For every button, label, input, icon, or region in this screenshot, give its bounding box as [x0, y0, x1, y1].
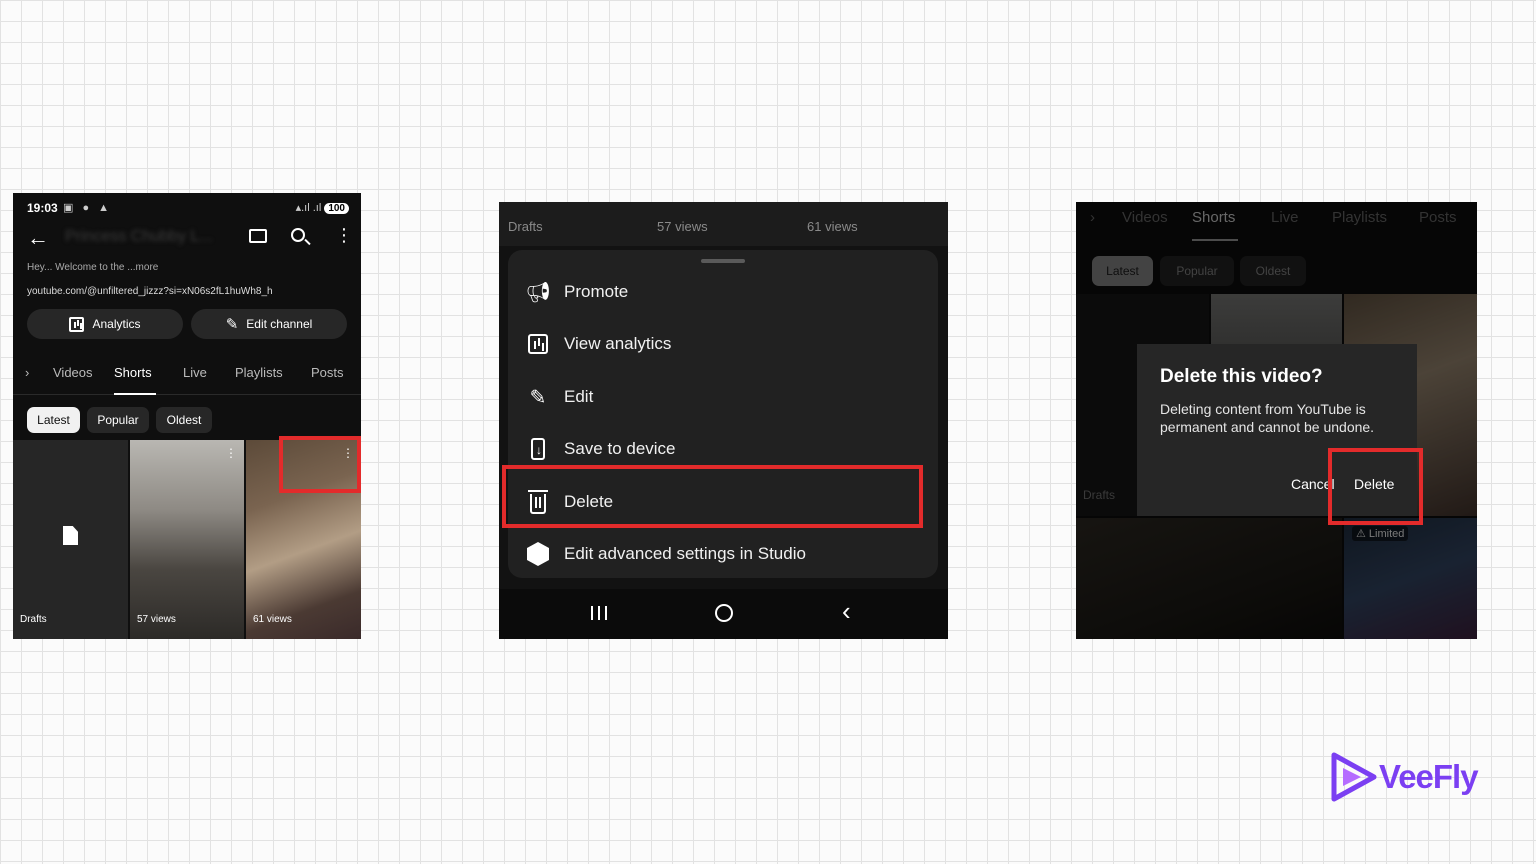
thumbnail-label: 61 views: [253, 614, 292, 625]
tab-videos[interactable]: Videos: [53, 365, 93, 380]
analytics-label: Analytics: [92, 317, 141, 331]
channel-name: Princess Chubby L...: [65, 228, 213, 245]
menu-item-edit[interactable]: ✎ Edit: [508, 371, 938, 423]
menu-item-label: Edit advanced settings in Studio: [564, 544, 806, 563]
strip-label: Drafts: [508, 219, 543, 234]
veefly-logo: VeeFly: [1331, 752, 1491, 804]
menu-item-edit-advanced-settings[interactable]: Edit advanced settings in Studio: [508, 528, 938, 580]
logo-text: VeeFly: [1379, 758, 1479, 795]
status-bar: 19:03 ▣ ● ▲ ▴.ıl .ıl 100: [13, 193, 361, 223]
menu-item-label: Edit: [564, 387, 594, 406]
more-vertical-icon[interactable]: ⋮: [335, 225, 353, 246]
delete-dialog-screen: › Videos Shorts Live Playlists Posts Lat…: [1076, 202, 1477, 639]
analytics-icon: [526, 332, 550, 356]
status-time: 19:03: [27, 201, 58, 215]
back-chevron-icon[interactable]: ‹: [842, 598, 851, 624]
channel-screen: 19:03 ▣ ● ▲ ▴.ıl .ıl 100 ← Princess Chubb…: [13, 193, 361, 639]
save-to-device-icon: [526, 437, 550, 461]
dialog-body: Deleting content from YouTube is permane…: [1160, 401, 1375, 435]
analytics-icon: [69, 316, 85, 332]
status-icons: ▣ ● ▲: [63, 202, 113, 214]
pencil-icon: ✎: [529, 386, 547, 409]
studio-hexagon-icon: [526, 542, 550, 566]
tab-live[interactable]: Live: [183, 365, 207, 380]
pencil-icon: ✎: [225, 316, 239, 333]
back-arrow-icon[interactable]: ←: [27, 225, 49, 251]
thumbnail-label: 57 views: [137, 614, 176, 625]
recents-icon[interactable]: [591, 606, 607, 620]
strip-label: 61 views: [807, 219, 858, 234]
channel-description[interactable]: Hey... Welcome to the ...more: [27, 262, 158, 273]
battery-indicator: 100: [324, 203, 349, 214]
tab-posts[interactable]: Posts: [311, 365, 344, 380]
more-vertical-icon[interactable]: ⋮: [225, 446, 237, 460]
menu-item-label: View analytics: [564, 334, 672, 353]
home-circle-icon[interactable]: [715, 604, 733, 622]
draft-thumbnail[interactable]: Drafts: [13, 440, 128, 639]
channel-url[interactable]: youtube.com/@unfiltered_jizzz?si=xN06s2f…: [27, 286, 273, 297]
highlight-box: [279, 436, 361, 493]
menu-item-promote[interactable]: 📢︎ Promote: [508, 266, 938, 318]
tab-playlists[interactable]: Playlists: [235, 365, 283, 380]
highlight-box: [1328, 448, 1423, 525]
bottom-sheet: 📢︎ Promote View analytics ✎ Edit Save to…: [508, 250, 938, 578]
tab-scroll-left[interactable]: ›: [25, 365, 29, 380]
highlight-box: [502, 465, 923, 528]
menu-item-label: Save to device: [564, 439, 676, 458]
channel-tabs: › Videos Shorts Live Playlists Posts: [13, 363, 361, 395]
active-tab-indicator: [114, 393, 156, 395]
megaphone-icon: 📢︎: [525, 281, 551, 304]
menu-item-label: Promote: [564, 282, 629, 301]
edit-channel-label: Edit channel: [246, 317, 313, 331]
options-sheet-screen: Drafts 57 views 61 views 📢︎ Promote View…: [499, 202, 948, 639]
thumbnail-label: Drafts: [20, 614, 47, 625]
drag-handle[interactable]: [701, 259, 745, 263]
chip-popular[interactable]: Popular: [87, 407, 149, 433]
dialog-title: Delete this video?: [1160, 366, 1323, 387]
edit-channel-button[interactable]: ✎ Edit channel: [191, 309, 347, 339]
chip-latest[interactable]: Latest: [27, 407, 80, 433]
top-app-bar: ← Princess Chubby L... ⋮: [13, 223, 361, 253]
dimmed-thumbnail-strip: Drafts 57 views 61 views: [499, 202, 948, 246]
signal-icon: ▴.ıl .ıl 100: [296, 201, 349, 214]
search-icon[interactable]: [291, 228, 305, 242]
veefly-logo-mark: [1331, 752, 1377, 802]
chip-oldest[interactable]: Oldest: [156, 407, 212, 433]
analytics-button[interactable]: Analytics: [27, 309, 183, 339]
cast-icon[interactable]: [249, 229, 267, 243]
strip-label: 57 views: [657, 219, 708, 234]
short-thumbnail[interactable]: ⋮ 57 views: [130, 440, 244, 639]
system-nav-bar: ‹: [499, 589, 948, 639]
tab-shorts[interactable]: Shorts: [114, 365, 152, 380]
document-icon: [63, 526, 78, 545]
menu-item-view-analytics[interactable]: View analytics: [508, 318, 938, 370]
